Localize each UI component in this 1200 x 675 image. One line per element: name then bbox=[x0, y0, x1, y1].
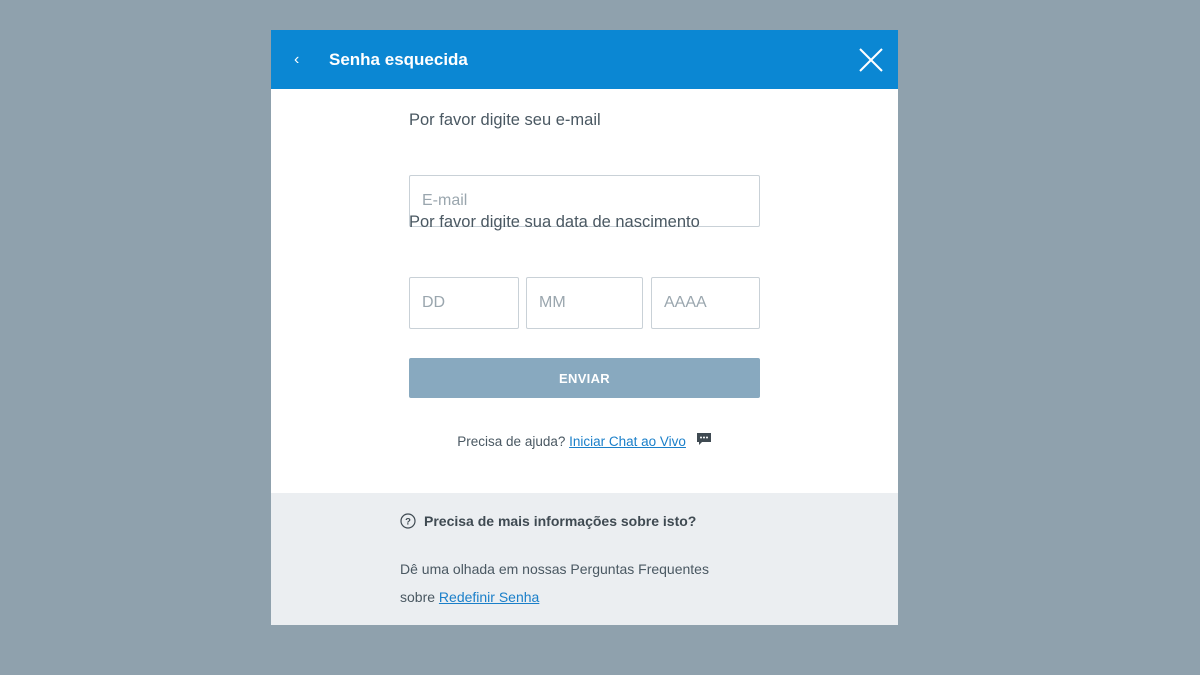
question-circle-icon: ? bbox=[400, 513, 416, 529]
svg-text:?: ? bbox=[405, 517, 411, 528]
faq-heading-text: Precisa de mais informações sobre isto? bbox=[424, 513, 697, 529]
birth-month-field[interactable] bbox=[526, 277, 643, 329]
birthdate-label: Por favor digite sua data de nascimento bbox=[409, 213, 700, 231]
live-chat-link[interactable]: Iniciar Chat ao Vivo bbox=[569, 434, 686, 449]
birth-day-field[interactable] bbox=[409, 277, 519, 329]
faq-heading: ? Precisa de mais informações sobre isto… bbox=[400, 513, 696, 529]
faq-panel: ? Precisa de mais informações sobre isto… bbox=[271, 493, 898, 625]
chevron-left-icon: ‹ bbox=[294, 50, 300, 68]
birth-year-field[interactable] bbox=[651, 277, 760, 329]
faq-body-line: Dê uma olhada em nossas Perguntas Freque… bbox=[400, 561, 709, 577]
chat-bubble-icon[interactable] bbox=[696, 432, 712, 447]
modal-title: Senha esquecida bbox=[329, 49, 468, 69]
reset-password-link[interactable]: Redefinir Senha bbox=[439, 589, 539, 605]
faq-body: Dê uma olhada em nossas Perguntas Freque… bbox=[400, 555, 780, 611]
faq-body-line-2: sobre Redefinir Senha bbox=[400, 583, 780, 611]
submit-button[interactable]: ENVIAR bbox=[409, 358, 760, 398]
close-button[interactable] bbox=[858, 47, 884, 73]
forgot-password-modal: ‹ Senha esquecida Por favor digite seu e… bbox=[271, 30, 898, 625]
back-button[interactable]: ‹ bbox=[294, 30, 299, 89]
close-icon bbox=[859, 48, 883, 72]
help-prefix: Precisa de ajuda? bbox=[457, 434, 566, 449]
email-label: Por favor digite seu e-mail bbox=[409, 111, 601, 129]
help-line: Precisa de ajuda? Iniciar Chat ao Vivo bbox=[271, 432, 898, 449]
faq-body-prefix: sobre bbox=[400, 589, 436, 605]
modal-header: ‹ Senha esquecida bbox=[271, 30, 898, 89]
